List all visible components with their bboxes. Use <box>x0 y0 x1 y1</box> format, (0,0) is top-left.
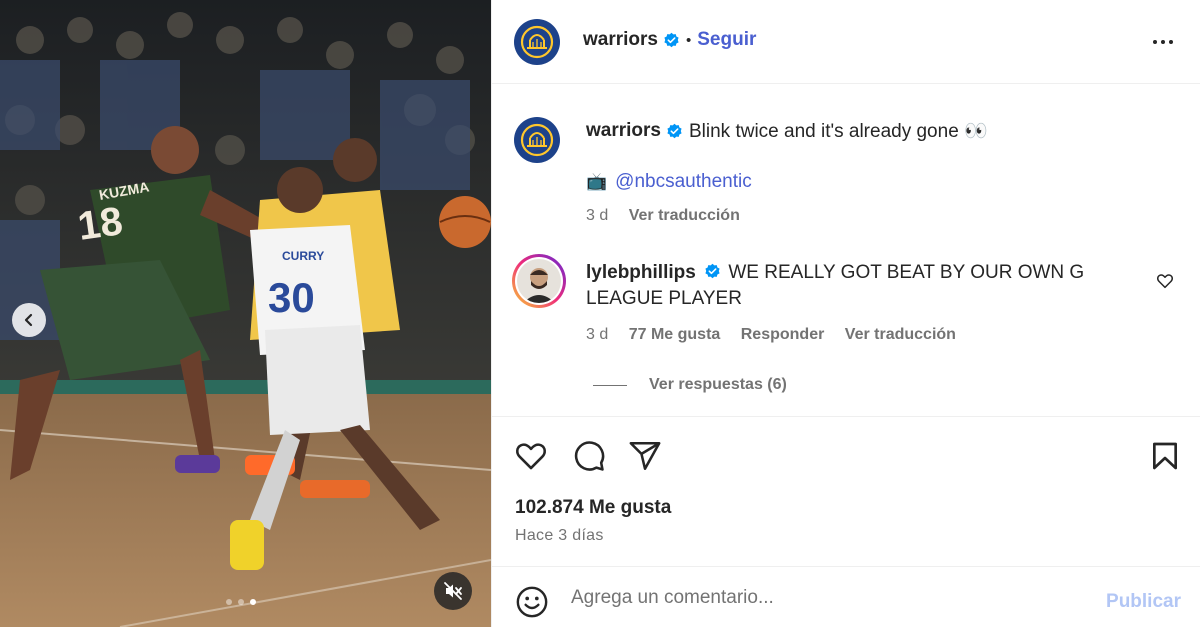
basketball-video-frame: 18 KUZMA 30 CURRY <box>0 0 491 627</box>
heart-icon <box>1157 274 1173 289</box>
comment-like-button[interactable] <box>1156 272 1174 295</box>
heart-icon <box>516 443 546 470</box>
comment-username[interactable]: lylebphillips <box>586 262 696 283</box>
previous-slide-button[interactable] <box>12 303 46 337</box>
publish-button[interactable]: Publicar <box>1106 591 1181 613</box>
comment-translate-link[interactable]: Ver traducción <box>845 326 956 343</box>
comment-likes-link[interactable]: 77 Me gusta <box>629 326 721 343</box>
save-button[interactable] <box>1149 439 1181 478</box>
emoji-button[interactable] <box>515 585 549 624</box>
more-options-button[interactable] <box>1151 30 1175 59</box>
view-replies-label: Ver respuestas (6) <box>649 376 787 393</box>
slide-indicator <box>226 599 256 605</box>
warriors-logo-icon <box>520 25 554 59</box>
avatar <box>517 259 561 303</box>
speaker-muted-icon <box>444 582 462 600</box>
verified-badge-icon <box>664 32 679 47</box>
view-replies-button[interactable]: Ver respuestas (6) <box>593 376 787 394</box>
share-button[interactable] <box>628 439 662 478</box>
post-media[interactable]: 18 KUZMA 30 CURRY <box>0 0 491 627</box>
follow-button[interactable]: Seguir <box>697 29 756 51</box>
chevron-left-icon <box>24 313 33 327</box>
bookmark-icon <box>1153 442 1177 470</box>
svg-text:30: 30 <box>268 274 315 321</box>
post-details-panel: warriors • Seguir warriors Blink twice a… <box>491 0 1200 627</box>
post-author-username[interactable]: warriors <box>583 29 658 51</box>
verified-badge-icon <box>705 263 720 279</box>
comment-body: lylebphillips WE REALLY GOT BEAT BY OUR … <box>586 260 1156 312</box>
avatar[interactable] <box>514 19 560 65</box>
caption-credit: 📺 @nbcsauthentic <box>586 171 752 193</box>
post-header: warriors • Seguir <box>492 0 1200 84</box>
header-title-row: warriors • Seguir <box>583 29 756 51</box>
warriors-logo-icon <box>520 123 554 157</box>
slide-dot-active <box>250 599 256 605</box>
person-avatar-icon <box>523 268 555 303</box>
post-modal: 18 KUZMA 30 CURRY warriors • Seguir warr… <box>0 0 1200 627</box>
header-separator: • <box>685 31 692 49</box>
comment-meta: 3 d 77 Me gusta Responder Ver traducción <box>586 326 956 344</box>
more-options-icon <box>1153 40 1173 44</box>
caption-age: 3 d <box>586 207 609 224</box>
comment-input[interactable] <box>571 587 1071 609</box>
reply-button[interactable]: Responder <box>741 326 825 343</box>
emoji-smile-icon <box>516 586 548 618</box>
comment-avatar-ring[interactable] <box>512 254 566 308</box>
slide-dot <box>226 599 232 605</box>
caption-translate-link[interactable]: Ver traducción <box>629 207 740 224</box>
caption-line: warriors Blink twice and it's already go… <box>586 119 988 143</box>
mention-link[interactable]: @nbcsauthentic <box>615 171 752 193</box>
comment-bubble-icon <box>574 441 605 471</box>
caption-username[interactable]: warriors <box>586 120 661 142</box>
replies-divider <box>593 384 627 386</box>
like-count[interactable]: 102.874 Me gusta <box>515 497 671 519</box>
tv-emoji-icon: 📺 <box>586 172 608 191</box>
comment-button[interactable] <box>572 439 606 478</box>
comment-composer: Publicar <box>492 566 1200 627</box>
paper-plane-icon <box>629 441 661 471</box>
caption-meta: 3 d Ver traducción <box>586 207 740 225</box>
svg-text:CURRY: CURRY <box>282 249 324 263</box>
caption-avatar[interactable] <box>514 117 560 163</box>
like-button[interactable] <box>514 439 548 478</box>
verified-badge-icon <box>667 123 682 138</box>
mute-toggle-button[interactable] <box>434 572 472 610</box>
post-timestamp: Hace 3 días <box>515 527 604 544</box>
slide-dot <box>238 599 244 605</box>
comment-age: 3 d <box>586 326 609 343</box>
svg-text:18: 18 <box>75 199 125 249</box>
basketball <box>439 196 491 248</box>
caption-text: Blink twice and it's already gone 👀 <box>688 121 988 142</box>
